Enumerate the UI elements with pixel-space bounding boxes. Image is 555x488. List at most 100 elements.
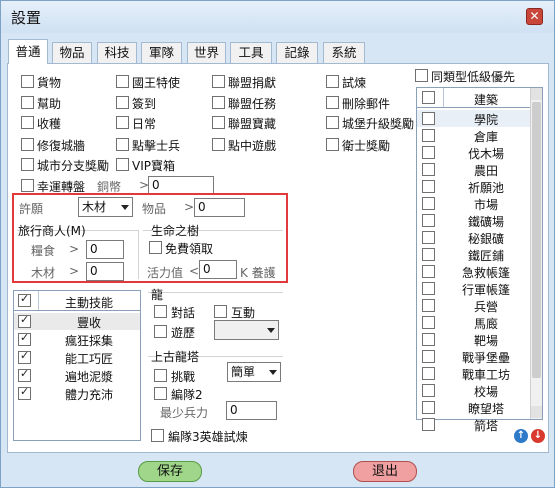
building-checkbox[interactable]	[422, 231, 435, 244]
option-checkbox-8[interactable]	[326, 96, 339, 109]
option-checkbox-11[interactable]	[212, 116, 225, 129]
skill-checkbox[interactable]	[18, 331, 31, 346]
close-button[interactable]: ✕	[526, 8, 543, 25]
option-checkbox-1[interactable]	[21, 75, 34, 88]
skill-checkbox[interactable]	[18, 385, 31, 400]
scroll-up-arrow[interactable]	[531, 88, 542, 100]
building-row[interactable]: 市場	[417, 195, 542, 212]
skills-select-all-checkbox[interactable]	[18, 292, 31, 307]
buildings-select-all-checkbox[interactable]	[422, 91, 435, 104]
option-checkbox-5[interactable]	[21, 96, 34, 109]
skill-checkbox[interactable]	[18, 367, 31, 382]
building-checkbox[interactable]	[422, 146, 435, 159]
building-row[interactable]: 急救帳篷	[417, 263, 542, 280]
building-checkbox[interactable]	[422, 333, 435, 346]
skill-row[interactable]: 體力充沛	[14, 385, 140, 402]
dialog-checkbox[interactable]	[154, 305, 167, 318]
tab-8[interactable]: 系統	[323, 42, 365, 64]
building-checkbox[interactable]	[422, 384, 435, 397]
low-priority-checkbox[interactable]	[415, 69, 428, 82]
building-row[interactable]: 伐木場	[417, 144, 542, 161]
tab-3[interactable]: 科技	[97, 42, 137, 64]
option-checkbox-14[interactable]	[116, 138, 129, 151]
tab-7[interactable]: 記錄	[276, 42, 318, 64]
option-checkbox-12[interactable]	[326, 116, 339, 129]
option-checkbox-4[interactable]	[326, 75, 339, 88]
option-checkbox-13[interactable]	[21, 138, 34, 151]
option-checkbox-9[interactable]	[21, 116, 34, 129]
option-checkbox-17[interactable]	[21, 158, 34, 171]
building-row[interactable]: 倉庫	[417, 127, 542, 144]
building-checkbox[interactable]	[422, 248, 435, 261]
tab-5[interactable]: 世界	[187, 42, 226, 64]
tab-2[interactable]: 物品	[52, 42, 92, 64]
lucky-wheel-checkbox[interactable]	[21, 179, 34, 192]
building-checkbox[interactable]	[422, 112, 435, 125]
travel-select[interactable]	[214, 320, 279, 340]
tab-6[interactable]: 工具	[230, 42, 272, 64]
save-button[interactable]: 保存	[138, 461, 202, 482]
building-checkbox[interactable]	[422, 214, 435, 227]
building-checkbox[interactable]	[422, 282, 435, 295]
challenge-checkbox[interactable]	[154, 369, 167, 382]
building-checkbox[interactable]	[422, 299, 435, 312]
skill-checkbox[interactable]	[18, 349, 31, 364]
building-row[interactable]: 瞭望塔	[417, 399, 542, 416]
scroll-down-arrow[interactable]	[531, 406, 542, 418]
min-troops-input[interactable]: 0	[226, 401, 277, 420]
item-input[interactable]: 0	[194, 198, 245, 217]
building-checkbox[interactable]	[422, 418, 435, 431]
building-row[interactable]: 鐵匠鋪	[417, 246, 542, 263]
tribute-select[interactable]: 木材	[78, 197, 133, 217]
wood-input[interactable]: 0	[86, 262, 124, 281]
skill-checkbox[interactable]	[18, 313, 31, 328]
option-checkbox-18[interactable]	[116, 158, 129, 171]
building-checkbox[interactable]	[422, 350, 435, 363]
building-row[interactable]: 行軍帳篷	[417, 280, 542, 297]
option-checkbox-15[interactable]	[212, 138, 225, 151]
option-checkbox-10[interactable]	[116, 116, 129, 129]
option-checkbox-16[interactable]	[326, 138, 339, 151]
option-checkbox-7[interactable]	[212, 96, 225, 109]
free-claim-checkbox[interactable]	[149, 241, 162, 254]
building-row[interactable]: 鐵礦場	[417, 212, 542, 229]
building-checkbox[interactable]	[422, 180, 435, 193]
building-row[interactable]: 戰爭堡壘	[417, 348, 542, 365]
buildings-scrollbar[interactable]	[530, 88, 542, 419]
building-row[interactable]: 馬廄	[417, 314, 542, 331]
building-row[interactable]: 校場	[417, 382, 542, 399]
building-checkbox[interactable]	[422, 316, 435, 329]
move-down-icon[interactable]: ↓	[531, 429, 545, 443]
building-row[interactable]: 祈願池	[417, 178, 542, 195]
building-row[interactable]: 秘銀礦	[417, 229, 542, 246]
building-checkbox[interactable]	[422, 197, 435, 210]
squad2-checkbox[interactable]	[154, 387, 167, 400]
skill-row[interactable]: 瘋狂採集	[14, 331, 140, 348]
building-row[interactable]: 兵營	[417, 297, 542, 314]
tab-4[interactable]: 軍隊	[141, 42, 182, 64]
interact-checkbox[interactable]	[214, 305, 227, 318]
difficulty-select[interactable]: 簡單	[227, 362, 281, 382]
building-row[interactable]: 靶場	[417, 331, 542, 348]
exit-button[interactable]: 退出	[353, 461, 417, 482]
travel-checkbox[interactable]	[154, 325, 167, 338]
skill-row[interactable]: 能工巧匠	[14, 349, 140, 366]
building-checkbox[interactable]	[422, 367, 435, 380]
building-row[interactable]: 農田	[417, 161, 542, 178]
skill-row[interactable]: 豐收	[14, 313, 140, 330]
move-up-icon[interactable]: ↑	[514, 429, 528, 443]
squad3-checkbox[interactable]	[151, 429, 164, 442]
vitality-input[interactable]: 0	[199, 260, 237, 279]
building-checkbox[interactable]	[422, 401, 435, 414]
option-checkbox-3[interactable]	[212, 75, 225, 88]
option-checkbox-6[interactable]	[116, 96, 129, 109]
option-checkbox-2[interactable]	[116, 75, 129, 88]
scroll-thumb[interactable]	[532, 102, 541, 378]
building-checkbox[interactable]	[422, 265, 435, 278]
building-checkbox[interactable]	[422, 163, 435, 176]
building-checkbox[interactable]	[422, 129, 435, 142]
building-row[interactable]: 學院	[417, 110, 542, 127]
skill-row[interactable]: 遍地泥漿	[14, 367, 140, 384]
food-input[interactable]: 0	[86, 240, 124, 259]
building-row[interactable]: 戰車工坊	[417, 365, 542, 382]
